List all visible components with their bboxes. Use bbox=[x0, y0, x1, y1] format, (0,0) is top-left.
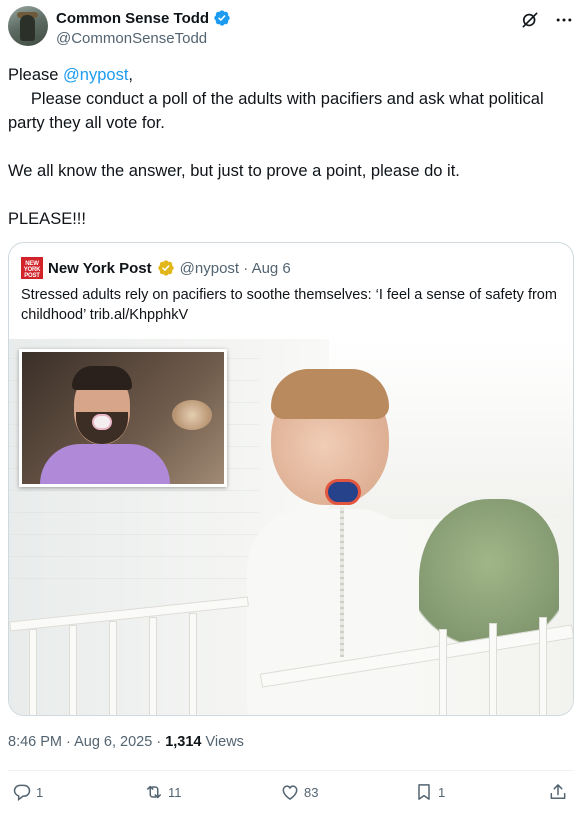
author-handle[interactable]: @CommonSenseTodd bbox=[56, 30, 207, 47]
repost-button[interactable]: 11 bbox=[144, 782, 182, 802]
gold-check-icon bbox=[157, 260, 174, 276]
repost-count: 11 bbox=[168, 784, 182, 800]
bookmark-count: 1 bbox=[438, 784, 446, 800]
mention-link[interactable]: @nypost bbox=[63, 66, 128, 84]
bookmark-icon bbox=[418, 784, 430, 800]
tweet-header: Common Sense Todd @CommonSenseTodd bbox=[8, 6, 576, 50]
tweet-line-4: PLEASE!!! bbox=[8, 210, 86, 228]
reply-count: 1 bbox=[36, 784, 44, 800]
crib-rails bbox=[9, 589, 573, 715]
tweet-line-2: Please conduct a poll of the adults with… bbox=[8, 90, 549, 132]
bookmark-button[interactable]: 1 bbox=[414, 782, 445, 802]
tweet-line-1: Please @nypost, bbox=[8, 66, 134, 84]
author-name-row: Common Sense Todd bbox=[56, 9, 231, 27]
repost-icon bbox=[147, 785, 161, 799]
timestamp[interactable]: 8:46 PM · Aug 6, 2025 · bbox=[8, 734, 165, 750]
quoted-author-name[interactable]: New York Post bbox=[48, 260, 152, 277]
reply-button[interactable]: 1 bbox=[12, 782, 43, 802]
nypost-logo: NEW YORK POST bbox=[21, 257, 43, 279]
views-label: Views bbox=[201, 734, 244, 750]
reply-icon bbox=[13, 784, 31, 802]
grok-icon[interactable] bbox=[520, 10, 540, 30]
share-icon bbox=[550, 784, 566, 799]
views-count: 1,314 bbox=[165, 734, 202, 750]
divider bbox=[8, 770, 574, 771]
avatar[interactable] bbox=[8, 6, 48, 46]
more-icon[interactable] bbox=[554, 10, 574, 30]
inset-photo bbox=[19, 349, 227, 487]
tweet-meta: 8:46 PM · Aug 6, 2025 · 1,314 Views bbox=[8, 734, 244, 750]
quoted-tweet[interactable]: NEW YORK POST New York Post @nypost · Au… bbox=[8, 242, 574, 716]
quoted-tweet-meta: @nypost · Aug 6 bbox=[179, 259, 291, 277]
like-count: 83 bbox=[304, 784, 319, 800]
quoted-tweet-image[interactable] bbox=[9, 339, 573, 715]
tweet-text: Please @nypost, Please conduct a poll of… bbox=[8, 63, 568, 231]
quoted-tweet-text: Stressed adults rely on pacifiers to soo… bbox=[21, 287, 557, 323]
header-actions bbox=[520, 10, 574, 30]
author-display-name[interactable]: Common Sense Todd bbox=[56, 10, 209, 27]
like-icon bbox=[282, 785, 298, 800]
verified-badge-icon bbox=[214, 10, 230, 26]
tweet-line-3: We all know the answer, but just to prov… bbox=[8, 162, 460, 180]
quoted-tweet-header: NEW YORK POST New York Post @nypost · Au… bbox=[21, 257, 291, 279]
share-button[interactable] bbox=[548, 782, 568, 802]
like-button[interactable]: 83 bbox=[280, 782, 318, 802]
action-bar: 1 11 83 1 bbox=[8, 782, 570, 808]
